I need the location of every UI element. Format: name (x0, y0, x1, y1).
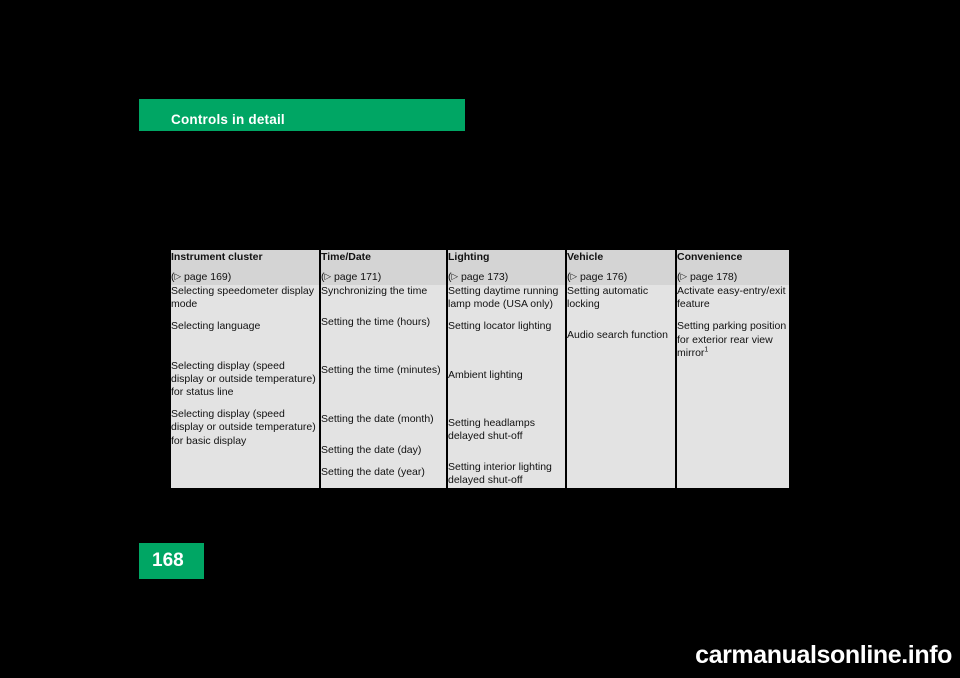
list-item: Setting the time (hours) (321, 316, 431, 329)
menu-overview-table: Instrument cluster (▷ page 169) Time/Dat… (171, 250, 789, 488)
column-title: Instrument cluster (171, 251, 263, 263)
list-item: Setting locator lighting (448, 320, 552, 333)
column-page-ref: (▷ page 169) (171, 271, 232, 283)
triangle-right-icon: ▷ (174, 271, 182, 281)
column-title: Vehicle (567, 251, 604, 263)
list-item: Setting the time (minutes) (321, 364, 441, 377)
list-item: Selecting speedometer display mode (171, 285, 315, 311)
list-item: Setting the date (day) (321, 443, 422, 456)
column-title: Convenience (677, 251, 743, 263)
list-item: Setting the date (year) (321, 466, 425, 479)
column-header-instrument-cluster: Instrument cluster (▷ page 169) (171, 250, 321, 285)
column-title: Lighting (448, 251, 490, 263)
column-page-ref: (▷ page 173) (448, 271, 509, 283)
column-page-ref-text: page 171 (333, 271, 378, 283)
column-page-ref-text: page 169 (183, 271, 228, 283)
triangle-right-icon: ▷ (570, 271, 578, 281)
list-item-text: Setting parking position for exterior re… (677, 320, 787, 359)
table-header-row: Instrument cluster (▷ page 169) Time/Dat… (171, 250, 789, 285)
list-item: Setting interior lighting delayed shut-o… (448, 461, 552, 487)
column-page-ref-text: page 176 (579, 271, 624, 283)
list-item: Selecting display (speed display or outs… (171, 359, 316, 399)
column-page-ref-text: page 173 (460, 271, 505, 283)
list-item: Setting the date (month) (321, 412, 434, 425)
column-page-ref: (▷ page 178) (677, 271, 738, 283)
column-body-convenience: Activate easy-entry/exit feature Setting… (676, 285, 789, 488)
table-body-row: Selecting speedometer display mode Selec… (171, 285, 789, 488)
triangle-right-icon: ▷ (451, 271, 459, 281)
column-header-convenience: Convenience (▷ page 178) (676, 250, 789, 285)
list-item: Activate easy-entry/exit feature (677, 285, 786, 311)
list-item: Selecting language (171, 320, 261, 333)
watermark: carmanualsonline.info (695, 641, 952, 669)
triangle-right-icon: ▷ (324, 271, 332, 281)
list-item: Setting parking position for exterior re… (677, 320, 789, 360)
page-title: Controls in detail (171, 112, 285, 127)
column-page-ref: (▷ page 171) (321, 271, 382, 283)
column-header-vehicle: Vehicle (▷ page 176) (566, 250, 677, 285)
list-item: Setting daytime running lamp mode (USA o… (448, 285, 559, 311)
list-item: Setting headlamps delayed shut-off (448, 416, 535, 443)
column-page-ref-text: page 178 (689, 271, 734, 283)
column-body-instrument-cluster: Selecting speedometer display mode Selec… (171, 285, 321, 488)
list-item: Setting automatic locking (567, 285, 649, 311)
list-item: Ambient lighting (448, 368, 523, 381)
list-item: Synchronizing the time (321, 285, 428, 297)
column-header-time-date: Time/Date (▷ page 171) (320, 250, 448, 285)
list-item: Audio search function (567, 329, 668, 342)
column-body-vehicle: Setting automatic locking Audio search f… (566, 285, 677, 488)
column-title: Time/Date (321, 251, 371, 263)
triangle-right-icon: ▷ (680, 271, 688, 281)
column-body-time-date: Synchronizing the time Setting the time … (320, 285, 448, 488)
column-page-ref: (▷ page 176) (567, 271, 628, 283)
list-item: Selecting display (speed display or outs… (171, 408, 316, 447)
page-number: 168 (152, 550, 184, 571)
column-header-lighting: Lighting (▷ page 173) (447, 250, 567, 285)
column-body-lighting: Setting daytime running lamp mode (USA o… (447, 285, 567, 488)
footnote-marker: 1 (704, 346, 709, 354)
